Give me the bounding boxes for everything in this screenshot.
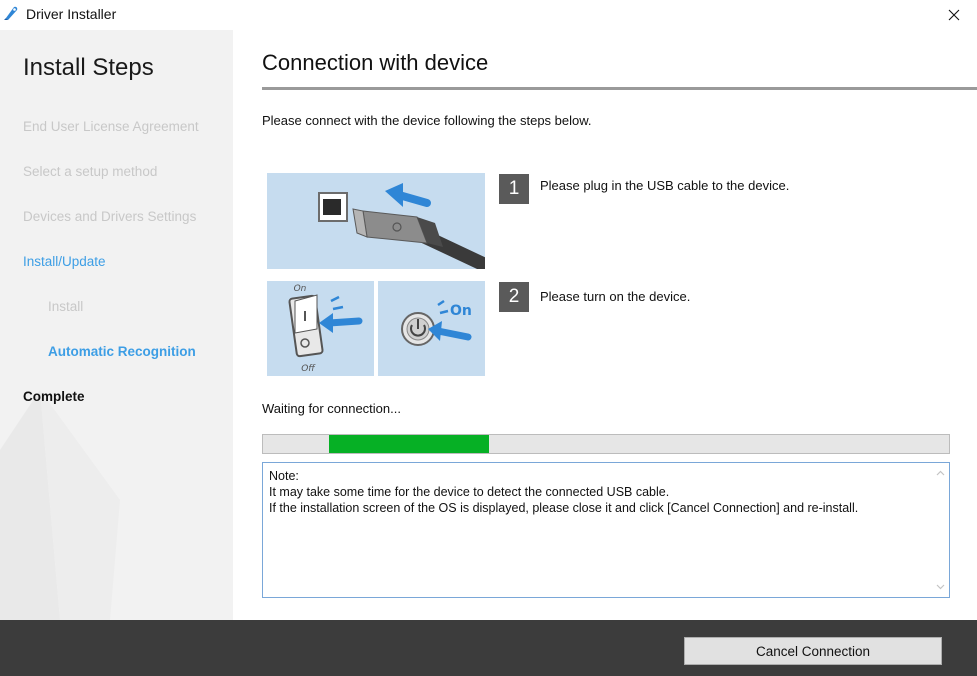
title-bar: Driver Installer (0, 0, 977, 30)
step-1-text: Please plug in the USB cable to the devi… (540, 178, 790, 193)
scroll-down-icon[interactable] (936, 582, 945, 591)
install-steps-sidebar: Install Steps End User License Agreement… (0, 30, 233, 620)
note-textarea[interactable]: Note: It may take some time for the devi… (262, 462, 950, 598)
close-button[interactable] (931, 0, 977, 30)
power-switch-illustration: On Off (267, 281, 374, 376)
step-install-update: Install/Update (23, 254, 106, 269)
app-icon (4, 6, 18, 20)
note-scrollbar[interactable] (932, 463, 949, 597)
sidebar-heading: Install Steps (23, 54, 154, 81)
page-title: Connection with device (262, 50, 489, 75)
cancel-connection-button[interactable]: Cancel Connection (684, 637, 942, 665)
usb-cable-illustration (267, 173, 485, 269)
close-icon (948, 9, 960, 21)
switch-off-label: Off (301, 364, 316, 374)
step-select-setup-method: Select a setup method (23, 164, 158, 179)
step-devices-and-drivers-settings: Devices and Drivers Settings (23, 209, 197, 224)
progress-indicator (328, 435, 490, 453)
power-on-label: On (450, 303, 472, 319)
title-divider (262, 87, 977, 90)
step-2-number: 2 (499, 282, 529, 312)
switch-on-label: On (294, 284, 307, 294)
step-complete: Complete (23, 389, 85, 404)
connection-status: Waiting for connection... (262, 401, 401, 416)
footer-bar: Cancel Connection (0, 620, 977, 676)
connection-progress-bar (262, 434, 950, 454)
instructions-text: Please connect with the device following… (262, 113, 592, 128)
step-end-user-license-agreement: End User License Agreement (23, 119, 199, 134)
step-automatic-recognition: Automatic Recognition (48, 344, 196, 359)
window-title: Driver Installer (26, 6, 117, 22)
step-1-number: 1 (499, 174, 529, 204)
step-install: Install (48, 299, 84, 314)
scroll-up-icon[interactable] (936, 469, 945, 478)
step-2-text: Please turn on the device. (540, 289, 691, 304)
note-text: Note: It may take some time for the devi… (269, 469, 859, 515)
power-button-illustration: On (378, 281, 485, 376)
